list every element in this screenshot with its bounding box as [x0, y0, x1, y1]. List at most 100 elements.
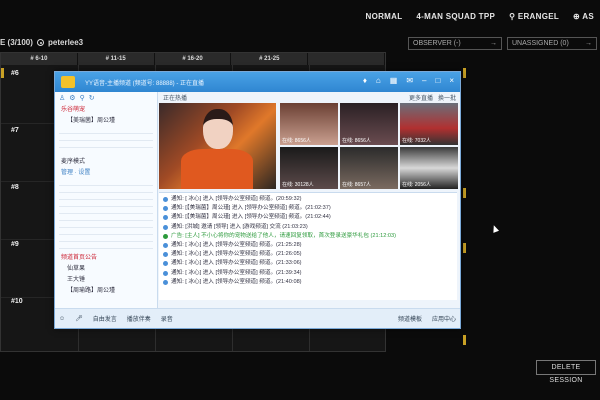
chat-window: YY语音-主播频道 (频道号: 88888) - 正在直播 ♦ ⌂ ▦ ✉ – … — [54, 71, 461, 329]
grid-header: # 6-10 # 11-15 # 16-20 # 21-25 — [1, 53, 385, 65]
observer-label: OBSERVER (-) — [413, 40, 461, 47]
log-text: 通知: [ 冰心] 进入 [领导办公室频道] 频道。(21:33:06) — [171, 260, 302, 267]
viewer-count: 在线: 8657人 — [342, 182, 371, 188]
match-settings: NORMAL 4-MAN SQUAD TPP ⚲ ERANGEL ⊕ AS — [366, 12, 595, 21]
sidebar-toolbar: ♙ ⚙ ⚲ ↻ — [55, 92, 157, 103]
channel-member[interactable]: 【周瑜路】周公瑾 — [55, 284, 157, 295]
top-bar: NORMAL 4-MAN SQUAD TPP ⚲ ERANGEL ⊕ AS — [0, 0, 600, 36]
host-username: peterlee3 — [48, 38, 84, 47]
log-entry: 通知: [ 冰心] 进入 [领导办公室频道] 频道。(20:59:32) — [163, 195, 453, 204]
map-label[interactable]: ⚲ ERANGEL — [509, 12, 559, 21]
stream-thumbnail[interactable]: 在线: 30128人 — [280, 147, 338, 189]
mode-selector[interactable]: 麦序模式 — [55, 155, 157, 166]
message-log[interactable]: 通知: [ 冰心] 进入 [领导办公室频道] 频道。(20:59:32) 通知:… — [159, 192, 457, 300]
observer-dropdown[interactable]: OBSERVER (-) → — [408, 37, 502, 50]
channel-group[interactable]: 频道首页公告 — [55, 251, 157, 262]
log-entry: 通知: [ 冰心] 进入 [领导办公室频道] 频道。(21:26:05) — [163, 250, 453, 259]
stream-thumbnail[interactable]: 在线: 7032人 — [400, 103, 458, 145]
info-icon — [163, 233, 168, 239]
delete-session-button[interactable]: DELETE SESSION — [536, 360, 596, 384]
channel-group[interactable]: 乐谷萌宠 — [55, 103, 157, 114]
log-entry: 通知: [【美瑞菌】周公瑾] 进入 [领导办公室频道] 频道。(21:02:44… — [163, 213, 453, 222]
mic-icon[interactable]: 🎤︎ — [75, 315, 83, 322]
row-label: #7 — [11, 127, 19, 134]
stream-thumbnail[interactable]: 在线: 2056人 — [400, 147, 458, 189]
log-text: 通知: [ 冰心] 进入 [领导办公室频道] 频道。(21:26:05) — [171, 251, 302, 258]
app-logo-icon — [61, 76, 75, 88]
row-label: #8 — [11, 184, 19, 191]
row-label: #10 — [11, 298, 23, 305]
arrow-right-icon: → — [490, 40, 497, 47]
info-icon — [163, 279, 168, 285]
streamer-face — [203, 109, 233, 149]
mail-icon[interactable]: ✉ — [406, 76, 413, 85]
close-icon[interactable]: × — [449, 76, 454, 85]
region-name: AS — [582, 12, 594, 21]
home-icon[interactable]: ⌂ — [376, 76, 381, 85]
info-icon — [163, 197, 168, 202]
member-list-blur — [59, 127, 153, 153]
log-entry: 通知: [ 冰心] 进入 [领导办公室频道] 频道。(21:40:08) — [163, 278, 453, 287]
sidebar-links[interactable]: 管理 · 设置 — [55, 166, 157, 177]
viewer-count: 在线: 2056人 — [402, 182, 431, 188]
grid-icon[interactable]: ▦ — [390, 76, 398, 85]
mouse-cursor — [490, 224, 500, 233]
chat-main: 正在热播 更多直播 换一批 在线: 8656人 在线: 8656人 在线: 70… — [159, 92, 460, 310]
minimize-icon[interactable]: – — [422, 76, 426, 85]
stream-thumbnail[interactable]: 在线: 8656人 — [340, 103, 398, 145]
more-live-link[interactable]: 更多直播 — [409, 96, 433, 102]
channel-member[interactable]: 王大锤 — [55, 273, 157, 284]
streamer-body — [181, 149, 253, 189]
map-name: ERANGEL — [517, 12, 560, 21]
unassigned-dropdown[interactable]: UNASSIGNED (0) → — [507, 37, 597, 50]
log-entry: 通知: [ 冰心] 进入 [领导办公室频道] 频道。(21:25:28) — [163, 241, 453, 250]
player-count: E (3/100) — [0, 38, 33, 47]
channel-member[interactable]: 【美瑞菌】周公瑾 — [55, 114, 157, 125]
col-header: # 6-10 — [1, 53, 78, 65]
region-label[interactable]: ⊕ AS — [573, 12, 594, 21]
channel-template-button[interactable]: 频道模板 — [398, 314, 422, 323]
member-list-blur — [59, 179, 153, 249]
chat-titlebar[interactable]: YY语音-主播频道 (频道号: 88888) - 正在直播 ♦ ⌂ ▦ ✉ – … — [55, 72, 460, 92]
maximize-icon[interactable]: □ — [435, 76, 440, 85]
info-icon — [163, 261, 168, 267]
free-speak-button[interactable]: 自由发言 — [93, 314, 117, 323]
switch-batch-link[interactable]: 换一批 — [438, 96, 456, 102]
live-video[interactable] — [159, 103, 276, 189]
settings-icon[interactable]: ⚙ — [69, 94, 75, 102]
viewer-count: 在线: 7032人 — [402, 138, 431, 144]
col-header: # 11-15 — [78, 53, 155, 65]
video-header-links: 更多直播 换一批 — [409, 93, 456, 102]
info-icon — [163, 215, 168, 221]
squad-label[interactable]: 4-MAN SQUAD TPP — [416, 12, 495, 21]
log-text: 广告: [主人] 不小心将你的宠物送给了他人，请速回复领取，首次登录送豪华礼包 … — [171, 232, 397, 239]
unassigned-label: UNASSIGNED (0) — [512, 40, 569, 47]
slot-marker — [463, 188, 466, 198]
log-text: 通知: [【美瑞菌】周公瑾] 进入 [领导办公室频道] 频道。(21:02:37… — [171, 205, 331, 212]
mode-label[interactable]: NORMAL — [366, 12, 403, 21]
gift-icon[interactable]: ♦ — [363, 76, 367, 85]
log-text: 通知: [【美瑞菌】周公瑾] 进入 [领导办公室频道] 频道。(21:02:44… — [171, 214, 331, 221]
search-icon[interactable]: ⚲ — [80, 94, 85, 102]
info-icon — [163, 270, 168, 276]
avatar[interactable]: ☺ — [59, 316, 65, 322]
broadcast-button[interactable]: 播放伴奏 — [127, 314, 151, 323]
stream-thumbnails: 在线: 8656人 在线: 8656人 在线: 7032人 在线: 30128人… — [280, 103, 458, 189]
log-text: 通知: [ 冰心] 进入 [领导办公室频道] 频道。(21:25:28) — [171, 241, 302, 248]
channel-member[interactable]: 仙草果 — [55, 262, 157, 273]
arrow-right-icon: → — [585, 40, 592, 47]
log-entry: 通知: [洪城] 邀请 [领导] 进入 [游戏频道] 交流 (21:03:23) — [163, 223, 453, 232]
viewer-count: 在线: 8656人 — [342, 138, 371, 144]
user-icon[interactable]: ♙ — [59, 94, 65, 102]
channel-sidebar: ♙ ⚙ ⚲ ↻ 乐谷萌宠 【美瑞菌】周公瑾 麦序模式 管理 · 设置 频道首页公… — [55, 92, 158, 310]
video-header: 正在热播 更多直播 换一批 — [159, 92, 460, 102]
stream-thumbnail[interactable]: 在线: 8657人 — [340, 147, 398, 189]
app-center-button[interactable]: 应用中心 — [432, 314, 456, 323]
col-header: # 21-25 — [231, 53, 309, 65]
refresh-icon[interactable]: ↻ — [89, 94, 95, 102]
stream-thumbnail[interactable]: 在线: 8656人 — [280, 103, 338, 145]
slot-marker — [463, 68, 466, 78]
record-button[interactable]: 录音 — [161, 314, 173, 323]
log-entry: 广告: [主人] 不小心将你的宠物送给了他人，请速回复领取，首次登录送豪华礼包 … — [163, 232, 453, 241]
slot-marker — [463, 243, 466, 253]
